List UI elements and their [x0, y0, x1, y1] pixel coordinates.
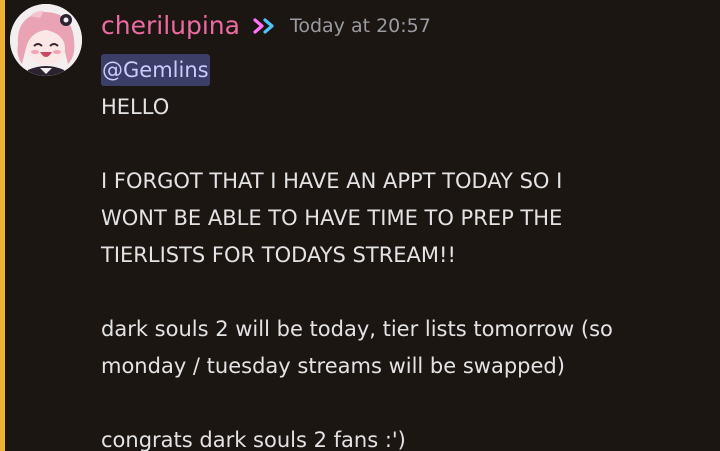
message-line: TIERLISTS FOR TODAYS STREAM!!: [101, 243, 456, 267]
message-line: HELLO: [101, 95, 170, 119]
message-line: monday / tuesday streams will be swapped…: [101, 354, 565, 378]
username[interactable]: cherilupina: [101, 8, 240, 44]
message-content: @Gemlins HELLO I FORGOT THAT I HAVE AN A…: [101, 52, 701, 451]
message-line: I FORGOT THAT I HAVE AN APPT TODAY SO I: [101, 169, 563, 193]
avatar-image: [10, 4, 82, 76]
message-line: WONT BE ABLE TO HAVE TIME TO PREP THE: [101, 206, 563, 230]
message-line: congrats dark souls 2 fans :'): [101, 428, 406, 451]
mention-line: @Gemlins: [101, 52, 701, 89]
chat-message: cherilupina Today at 20:57 @Gemlins HELL…: [0, 0, 720, 451]
message-line: dark souls 2 will be today, tier lists t…: [101, 317, 613, 341]
timestamp: Today at 20:57: [289, 15, 431, 37]
message-header: cherilupina Today at 20:57: [101, 8, 431, 44]
avatar[interactable]: [10, 4, 82, 76]
nitro-boost-icon[interactable]: [252, 16, 280, 36]
user-mention[interactable]: @Gemlins: [101, 54, 210, 86]
mention-highlight-bar: [0, 0, 5, 451]
